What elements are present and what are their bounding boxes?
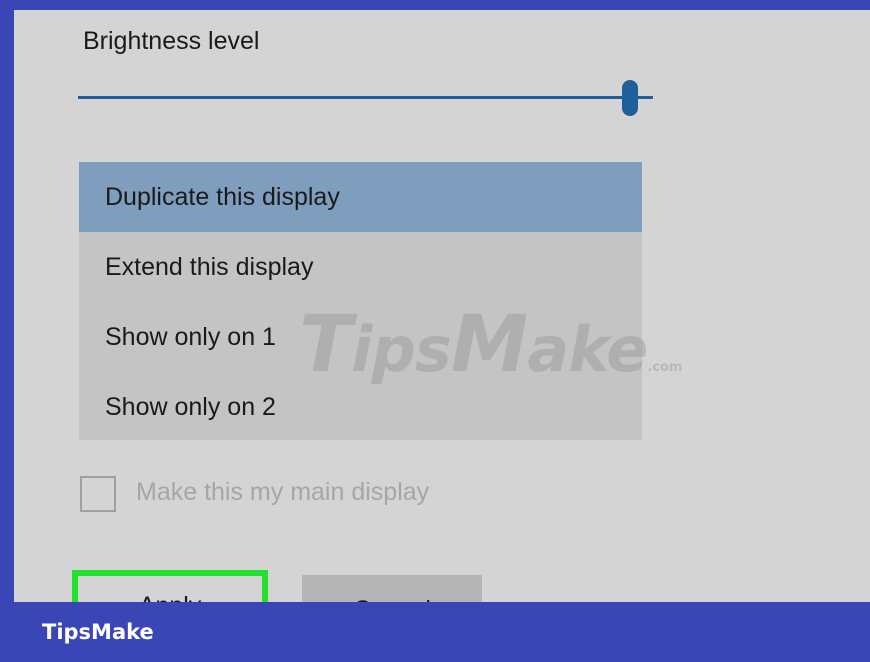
- option-show-only-1[interactable]: Show only on 1: [79, 302, 642, 372]
- display-settings-panel: Brightness level Duplicate this display …: [14, 10, 870, 602]
- cancel-button[interactable]: Cancel: [302, 575, 482, 602]
- brightness-label: Brightness level: [83, 27, 260, 55]
- main-display-checkbox[interactable]: [80, 476, 116, 512]
- footer-brand: TipsMake: [42, 620, 154, 644]
- option-duplicate[interactable]: Duplicate this display: [79, 162, 642, 232]
- footer-bar: TipsMake: [0, 602, 870, 662]
- display-mode-list[interactable]: Duplicate this display Extend this displ…: [79, 162, 642, 440]
- slider-track[interactable]: [78, 96, 653, 99]
- option-extend[interactable]: Extend this display: [79, 232, 642, 302]
- apply-button[interactable]: Apply: [72, 570, 268, 602]
- slider-thumb[interactable]: [622, 80, 638, 116]
- brightness-slider[interactable]: [78, 80, 653, 116]
- option-show-only-2[interactable]: Show only on 2: [79, 372, 642, 442]
- main-display-label: Make this my main display: [136, 478, 430, 506]
